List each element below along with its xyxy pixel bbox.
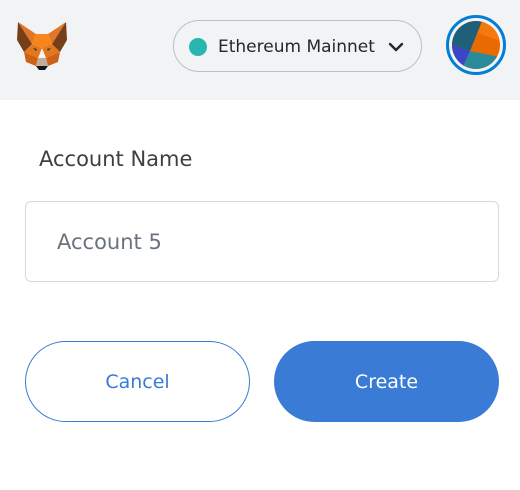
network-status-dot [189,38,207,56]
cancel-button[interactable]: Cancel [25,341,250,422]
metamask-fox-icon[interactable] [14,18,70,74]
account-identicon-icon [452,21,500,69]
account-name-input[interactable] [25,201,499,282]
network-selector[interactable]: Ethereum Mainnet [173,20,422,72]
chevron-down-icon [388,40,404,54]
account-name-label: Account Name [39,147,193,171]
app-header: Ethereum Mainnet [0,0,520,100]
create-button[interactable]: Create [274,341,499,422]
account-menu-button[interactable] [446,15,506,75]
network-name: Ethereum Mainnet [218,37,375,57]
